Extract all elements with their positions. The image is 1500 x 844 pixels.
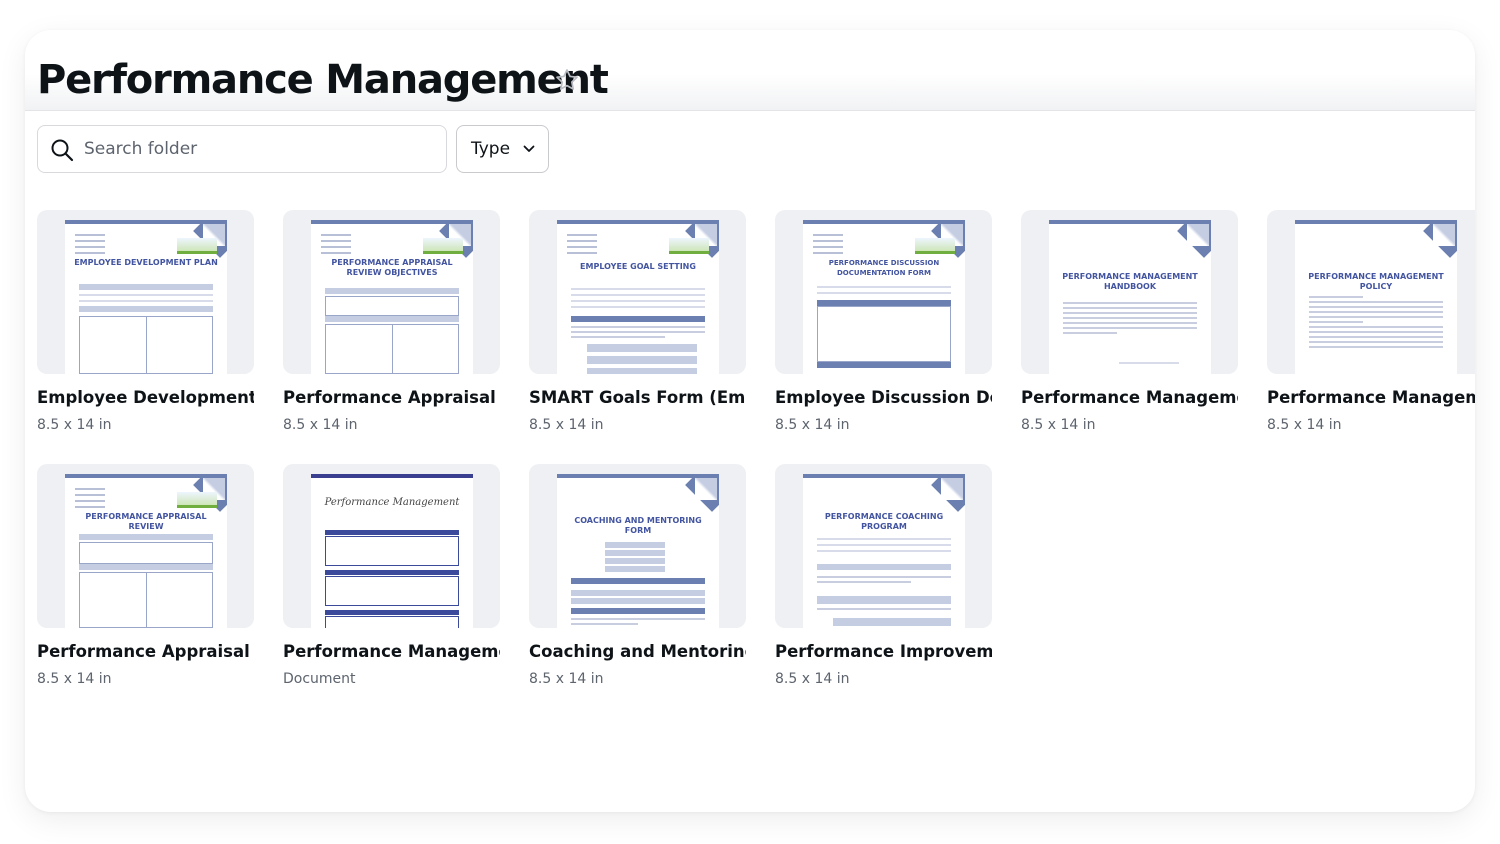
design-title[interactable]: Performance Improvem... (775, 641, 992, 663)
thumb-heading: PERFORMANCE MANAGEMENT POLICY (1308, 272, 1444, 291)
document-preview: PERFORMANCE COACHING PROGRAM (803, 474, 965, 628)
search-icon (51, 139, 74, 162)
design-size: 8.5 x 14 in (37, 417, 112, 433)
design-title[interactable]: Performance Appraisal ... (37, 641, 254, 663)
type-filter-label: Type (471, 139, 511, 159)
design-size: 8.5 x 14 in (283, 417, 358, 433)
document-preview: PERFORMANCE APPRAISAL REVIEW OBJECTIVES (311, 220, 473, 374)
document-preview: EMPLOYEE DEVELOPMENT PLAN (65, 220, 227, 374)
design-thumbnail[interactable]: COACHING AND MENTORING FORM (529, 464, 746, 628)
thumb-heading: PERFORMANCE APPRAISAL REVIEW OBJECTIVES (331, 258, 453, 277)
design-size: 8.5 x 14 in (1267, 417, 1342, 433)
star-outline-icon[interactable] (554, 67, 580, 93)
design-card[interactable]: EMPLOYEE GOAL SETTING SMART Goals Form (… (529, 210, 746, 440)
design-card[interactable]: PERFORMANCE APPRAISAL REVIEW OBJECTIVES … (283, 210, 500, 440)
design-card[interactable]: PERFORMANCE MANAGEMENT POLICY Performanc… (1267, 210, 1475, 440)
design-thumbnail[interactable]: EMPLOYEE GOAL SETTING (529, 210, 746, 374)
thumb-heading: PERFORMANCE DISCUSSION DOCUMENTATION FOR… (828, 259, 940, 277)
design-size: 8.5 x 14 in (1021, 417, 1096, 433)
design-card[interactable]: PERFORMANCE COACHING PROGRAM Performance… (775, 464, 992, 694)
design-card[interactable]: PERFORMANCE MANAGEMENT HANDBOOK Performa… (1021, 210, 1238, 440)
thumb-heading: COACHING AND MENTORING FORM (574, 516, 702, 535)
design-title[interactable]: Performance Manageme... (1267, 387, 1475, 409)
design-size: 8.5 x 14 in (775, 671, 850, 687)
thumb-heading: PERFORMANCE COACHING PROGRAM (824, 512, 944, 531)
folder-title: Performance Management (37, 57, 609, 103)
design-title[interactable]: Performance Appraisal ... (283, 387, 500, 409)
document-preview: PERFORMANCE MANAGEMENT POLICY (1295, 220, 1457, 374)
design-thumbnail[interactable]: PERFORMANCE MANAGEMENT POLICY (1267, 210, 1475, 374)
design-title[interactable]: Employee Discussion Do... (775, 387, 992, 409)
design-title[interactable]: Performance Manageme... (283, 641, 500, 663)
design-thumbnail[interactable]: PERFORMANCE MANAGEMENT HANDBOOK (1021, 210, 1238, 374)
document-preview: PERFORMANCE DISCUSSION DOCUMENTATION FOR… (803, 220, 965, 374)
design-thumbnail[interactable]: PERFORMANCE APPRAISAL REVIEW (37, 464, 254, 628)
design-size: 8.5 x 14 in (529, 417, 604, 433)
document-preview: Performance Management (311, 474, 473, 628)
document-preview: EMPLOYEE GOAL SETTING (557, 220, 719, 374)
design-title[interactable]: Performance Manageme... (1021, 387, 1238, 409)
design-title[interactable]: Employee Development ... (37, 387, 254, 409)
thumb-heading: Performance Management (324, 497, 460, 508)
design-type: Document (283, 671, 356, 687)
design-title[interactable]: SMART Goals Form (Em... (529, 387, 746, 409)
folder-window: Performance Management Type EMPLOYEE DEV… (25, 30, 1475, 812)
type-filter-button[interactable]: Type (456, 125, 549, 173)
design-thumbnail[interactable]: Performance Management (283, 464, 500, 628)
thumb-heading: EMPLOYEE GOAL SETTING (580, 262, 696, 271)
search-box[interactable] (37, 125, 447, 173)
document-preview: PERFORMANCE APPRAISAL REVIEW (65, 474, 227, 628)
design-title[interactable]: Coaching and Mentoring... (529, 641, 746, 663)
document-preview: COACHING AND MENTORING FORM (557, 474, 719, 628)
design-size: 8.5 x 14 in (37, 671, 112, 687)
document-preview: PERFORMANCE MANAGEMENT HANDBOOK (1049, 220, 1211, 374)
design-card[interactable]: EMPLOYEE DEVELOPMENT PLAN Employee Devel… (37, 210, 254, 440)
design-card[interactable]: Performance Management Performance Manag… (283, 464, 500, 694)
design-size: 8.5 x 14 in (775, 417, 850, 433)
thumb-heading: PERFORMANCE APPRAISAL REVIEW (85, 512, 207, 531)
design-card[interactable]: COACHING AND MENTORING FORM Coaching and… (529, 464, 746, 694)
design-thumbnail[interactable]: PERFORMANCE COACHING PROGRAM (775, 464, 992, 628)
search-input[interactable] (84, 135, 434, 163)
design-thumbnail[interactable]: PERFORMANCE DISCUSSION DOCUMENTATION FOR… (775, 210, 992, 374)
design-thumbnail[interactable]: EMPLOYEE DEVELOPMENT PLAN (37, 210, 254, 374)
thumb-heading: PERFORMANCE MANAGEMENT HANDBOOK (1062, 272, 1198, 291)
chevron-down-icon (523, 145, 535, 152)
design-thumbnail[interactable]: PERFORMANCE APPRAISAL REVIEW OBJECTIVES (283, 210, 500, 374)
design-card[interactable]: PERFORMANCE DISCUSSION DOCUMENTATION FOR… (775, 210, 992, 440)
folder-header: Performance Management (25, 30, 1475, 111)
design-card[interactable]: PERFORMANCE APPRAISAL REVIEW Performance… (37, 464, 254, 694)
design-size: 8.5 x 14 in (529, 671, 604, 687)
thumb-heading: EMPLOYEE DEVELOPMENT PLAN (74, 258, 218, 267)
